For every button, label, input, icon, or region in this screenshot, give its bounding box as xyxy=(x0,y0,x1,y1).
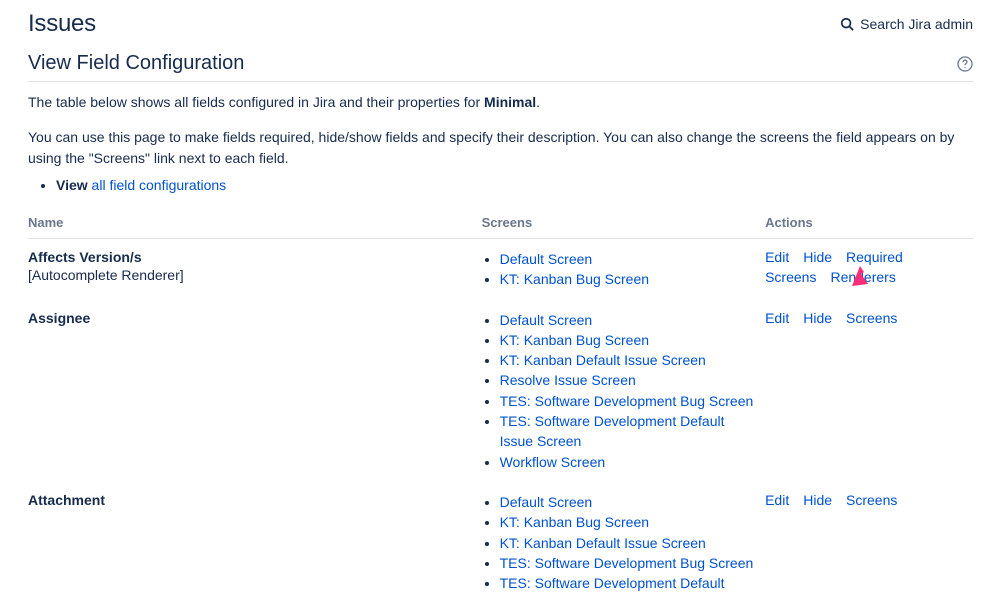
list-item: KT: Kanban Default Issue Screen xyxy=(500,533,758,553)
list-item: KT: Kanban Bug Screen xyxy=(500,330,758,350)
list-item: Default Screen xyxy=(500,310,758,330)
search-jira-admin[interactable]: Search Jira admin xyxy=(840,16,973,32)
intro-config-name: Minimal xyxy=(484,94,536,110)
action-renderers[interactable]: Renderers xyxy=(830,269,895,285)
screen-link[interactable]: TES: Software Development Bug Screen xyxy=(500,393,754,409)
action-screens[interactable]: Screens xyxy=(846,492,897,508)
list-item: Default Screen xyxy=(500,492,758,512)
view-prefix: View xyxy=(56,177,92,193)
field-name: Affects Version/s xyxy=(28,249,474,265)
field-name: Attachment xyxy=(28,492,474,508)
fields-table: Name Screens Actions Affects Version/s [A… xyxy=(28,207,973,603)
screen-link[interactable]: KT: Kanban Bug Screen xyxy=(500,514,649,530)
intro-line1-suffix: . xyxy=(536,94,540,110)
action-edit[interactable]: Edit xyxy=(765,310,789,326)
list-item: Workflow Screen xyxy=(500,452,758,472)
section-title: View Field Configuration xyxy=(28,52,244,75)
action-edit[interactable]: Edit xyxy=(765,492,789,508)
list-item: TES: Software Development Default xyxy=(500,573,758,593)
screen-link[interactable]: Resolve Issue Screen xyxy=(500,372,636,388)
list-item: TES: Software Development Default Issue … xyxy=(500,411,758,452)
screen-link[interactable]: KT: Kanban Bug Screen xyxy=(500,332,649,348)
field-renderer-note: [Autocomplete Renderer] xyxy=(28,267,474,283)
screen-link[interactable]: TES: Software Development Bug Screen xyxy=(500,555,754,571)
field-name: Assignee xyxy=(28,310,474,326)
screen-link[interactable]: KT: Kanban Default Issue Screen xyxy=(500,352,706,368)
action-required[interactable]: Required xyxy=(846,249,903,265)
table-row: Assignee Default Screen KT: Kanban Bug Scr… xyxy=(28,300,973,482)
all-field-configurations-link[interactable]: all field configurations xyxy=(92,177,227,193)
action-edit[interactable]: Edit xyxy=(765,249,789,265)
list-item: KT: Kanban Bug Screen xyxy=(500,512,758,532)
screen-link[interactable]: Default Screen xyxy=(500,251,593,267)
table-row: Affects Version/s [Autocomplete Renderer]… xyxy=(28,239,973,300)
action-hide[interactable]: Hide xyxy=(803,492,832,508)
table-row: Attachment Default Screen KT: Kanban Bug S… xyxy=(28,482,973,603)
list-item: KT: Kanban Default Issue Screen xyxy=(500,350,758,370)
intro-text: The table below shows all fields configu… xyxy=(28,92,973,193)
search-icon xyxy=(840,17,854,31)
col-header-screens: Screens xyxy=(482,207,766,239)
list-item: TES: Software Development Bug Screen xyxy=(500,553,758,573)
screen-link[interactable]: TES: Software Development Default Issue … xyxy=(500,413,725,449)
action-hide[interactable]: Hide xyxy=(803,249,832,265)
screen-link[interactable]: KT: Kanban Bug Screen xyxy=(500,271,649,287)
intro-line1-prefix: The table below shows all fields configu… xyxy=(28,94,484,110)
page-title: Issues xyxy=(28,10,96,38)
intro-line2: You can use this page to make fields req… xyxy=(28,127,973,169)
help-icon[interactable] xyxy=(957,56,973,72)
list-item: Default Screen xyxy=(500,249,758,269)
screen-link[interactable]: KT: Kanban Default Issue Screen xyxy=(500,535,706,551)
action-screens[interactable]: Screens xyxy=(765,269,816,285)
search-label: Search Jira admin xyxy=(860,16,973,32)
screen-link[interactable]: Default Screen xyxy=(500,312,593,328)
col-header-actions: Actions xyxy=(765,207,973,239)
action-hide[interactable]: Hide xyxy=(803,310,832,326)
list-item: Resolve Issue Screen xyxy=(500,370,758,390)
screen-link[interactable]: Default Screen xyxy=(500,494,593,510)
action-screens[interactable]: Screens xyxy=(846,310,897,326)
col-header-name: Name xyxy=(28,207,482,239)
list-item: TES: Software Development Bug Screen xyxy=(500,391,758,411)
screen-link[interactable]: TES: Software Development Default xyxy=(500,575,725,591)
screen-link[interactable]: Workflow Screen xyxy=(500,454,606,470)
list-item: KT: Kanban Bug Screen xyxy=(500,269,758,289)
